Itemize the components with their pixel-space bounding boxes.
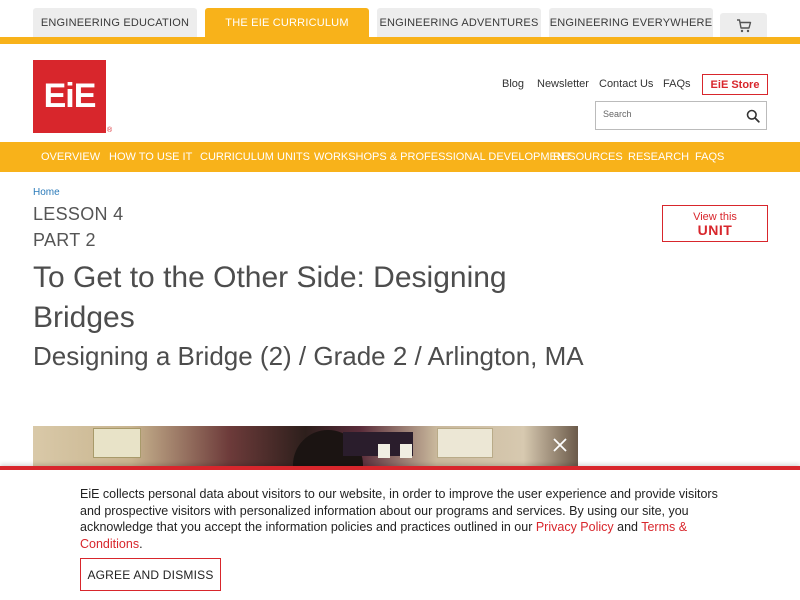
header-divider	[0, 37, 800, 44]
nav-research[interactable]: RESEARCH	[628, 151, 689, 163]
cookie-banner: EiE collects personal data about visitor…	[0, 466, 800, 600]
cart-icon	[736, 18, 751, 32]
close-icon[interactable]	[551, 436, 569, 454]
tab-engineering-adventures[interactable]: ENGINEERING ADVENTURES	[377, 8, 541, 38]
page-subtitle: Designing a Bridge (2) / Grade 2 / Arlin…	[33, 341, 584, 371]
eie-store-button[interactable]: EiE Store	[702, 74, 768, 95]
nav-how-to-use-it[interactable]: HOW TO USE IT	[109, 151, 192, 163]
faqs-link[interactable]: FAQs	[663, 78, 691, 90]
registered-mark: ®	[107, 127, 113, 134]
blog-link[interactable]: Blog	[502, 78, 524, 90]
search-box	[595, 101, 767, 130]
page: ENGINEERING EDUCATION THE EIE CURRICULUM…	[0, 0, 800, 600]
agree-dismiss-button[interactable]: AGREE AND DISMISS	[80, 558, 221, 591]
top-tab-bar: ENGINEERING EDUCATION THE EIE CURRICULUM…	[0, 0, 800, 44]
part-number: PART 2	[33, 230, 96, 250]
tab-eie-curriculum[interactable]: THE EIE CURRICULUM	[205, 8, 369, 38]
nav-faqs[interactable]: FAQS	[695, 151, 724, 163]
view-unit-line2: UNIT	[697, 221, 733, 238]
newsletter-link[interactable]: Newsletter	[537, 78, 589, 90]
logo-text: EiE	[43, 77, 97, 115]
privacy-policy-link[interactable]: Privacy Policy	[536, 520, 614, 534]
nav-workshops[interactable]: WORKSHOPS & PROFESSIONAL DEVELOPMENT	[314, 151, 572, 163]
breadcrumb-home[interactable]: Home	[33, 187, 60, 198]
nav-overview[interactable]: OVERVIEW	[41, 151, 100, 163]
main-nav: OVERVIEW HOW TO USE IT CURRICULUM UNITS …	[0, 142, 800, 172]
tab-engineering-education[interactable]: ENGINEERING EDUCATION	[33, 8, 197, 38]
cart-button[interactable]	[720, 13, 767, 38]
lesson-number: LESSON 4	[33, 204, 124, 224]
nav-curriculum-units[interactable]: CURRICULUM UNITS	[200, 151, 310, 163]
tab-engineering-everywhere[interactable]: ENGINEERING EVERYWHERE	[549, 8, 713, 38]
cookie-message: EiE collects personal data about visitor…	[80, 487, 718, 551]
page-title: To Get to the Other Side: Designing Brid…	[33, 261, 507, 334]
search-input[interactable]	[603, 109, 743, 119]
search-icon[interactable]	[746, 109, 760, 123]
nav-resources[interactable]: RESOURCES	[553, 151, 623, 163]
view-unit-button[interactable]: View this UNIT	[662, 205, 768, 242]
eie-logo[interactable]: EiE	[33, 60, 106, 133]
contact-us-link[interactable]: Contact Us	[599, 78, 653, 90]
